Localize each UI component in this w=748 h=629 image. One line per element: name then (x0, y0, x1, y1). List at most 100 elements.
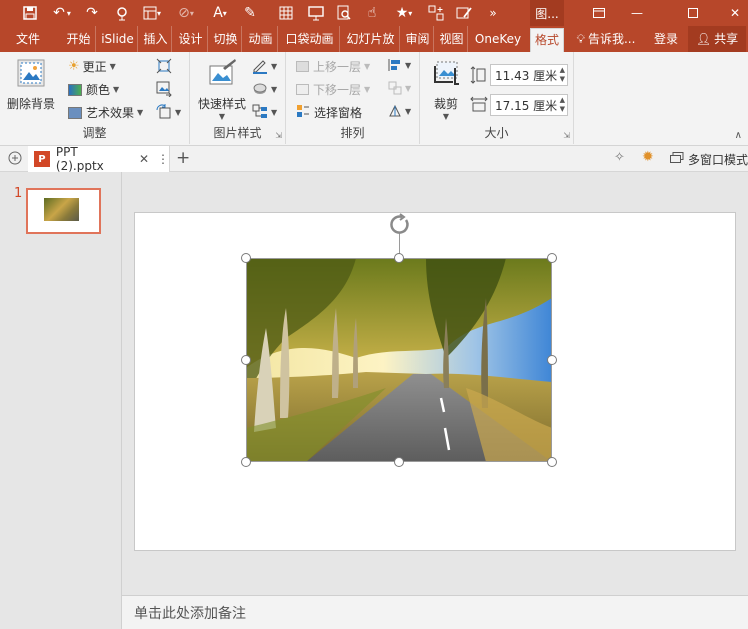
slideshow-icon[interactable] (306, 3, 326, 23)
pin-icon[interactable]: ✧ (614, 150, 625, 165)
resize-handle-bottom-right[interactable] (547, 457, 557, 467)
undo-icon[interactable]: ↶ ▾ (48, 3, 76, 23)
color-button[interactable]: 颜色 ▼ (68, 81, 119, 98)
tab-islide[interactable]: iSlide (98, 26, 138, 52)
ribbon-tabs: 文件 开始 iSlide 插入 设计 切换 动画 口袋动画 幻灯片放映 审阅 视… (0, 26, 748, 52)
brush-icon[interactable] (454, 3, 474, 23)
star-icon[interactable]: ★ ▾ (390, 3, 418, 23)
collapse-ribbon-icon[interactable]: ∧ (735, 130, 742, 141)
height-value: 11.43 厘米 (495, 68, 558, 83)
tab-menu-icon[interactable]: ⋮ (157, 152, 169, 166)
tab-insert[interactable]: 插入 (140, 26, 172, 52)
group-objects-icon[interactable]: ▼ (388, 81, 411, 95)
tab-design[interactable]: 设计 (174, 26, 208, 52)
picture-layout-icon[interactable]: ▼ (252, 104, 277, 120)
rotate-handle-icon[interactable] (388, 212, 412, 236)
present-icon[interactable] (112, 3, 132, 23)
share-button[interactable]: 👤︎ 共享 (688, 26, 746, 52)
reset-picture-icon[interactable]: ▼ (156, 104, 181, 120)
send-backward-label: 下移一层 (313, 83, 362, 97)
resize-handle-top-left[interactable] (241, 253, 251, 263)
adjust-group: 删除背景 ☀ 更正 ▼ 颜色 ▼ 艺术效果 ▼ ▼ 调整 (0, 52, 190, 144)
pen-icon[interactable]: ✎ (240, 3, 260, 23)
tab-list-icon[interactable] (8, 151, 22, 168)
redo-icon[interactable]: ↷ (82, 3, 102, 23)
tab-onekey[interactable]: OneKey 1 (470, 26, 526, 52)
resize-handle-bottom-left[interactable] (241, 457, 251, 467)
find-icon[interactable] (334, 3, 354, 23)
tab-view[interactable]: 视图 (436, 26, 468, 52)
dialog-launcher-icon[interactable]: ⇲ (275, 131, 282, 140)
maximize-icon[interactable] (676, 0, 710, 26)
quick-styles-button[interactable]: 快速样式 ▼ (196, 58, 248, 121)
multi-window-label: 多窗口模式 (688, 152, 748, 167)
touch-icon[interactable]: ☝ (362, 3, 382, 23)
rotate-icon[interactable]: ▼ (388, 104, 411, 118)
tab-file[interactable]: 文件 (0, 26, 56, 52)
ribbon: 删除背景 ☀ 更正 ▼ 颜色 ▼ 艺术效果 ▼ ▼ 调整 快速样式 ▼ ▼ ▼ … (0, 52, 748, 146)
bring-forward-button[interactable]: 上移一层 ▼ (296, 58, 370, 75)
login-link[interactable]: 登录 (648, 26, 684, 52)
crop-icon (431, 58, 461, 91)
artistic-effects-label: 艺术效果 (86, 106, 135, 120)
remove-background-button[interactable]: 删除背景 (4, 58, 58, 112)
spin-arrows-icon[interactable]: ▲ ▼ (560, 96, 565, 114)
arrange-group-label: 排列 (340, 126, 365, 140)
quick-styles-label: 快速样式 (197, 97, 246, 111)
notes-pane[interactable]: 单击此处添加备注 (122, 595, 748, 629)
document-tab[interactable]: P PPT (2).pptx ✕ ⋮ (28, 145, 170, 173)
resize-handle-top[interactable] (394, 253, 404, 263)
remove-background-icon (16, 58, 46, 91)
document-filename: PPT (2).pptx (55, 145, 104, 173)
picture-effects-icon[interactable]: ▼ (252, 81, 277, 97)
height-input[interactable]: 11.43 厘米 ▲ ▼ (490, 64, 568, 86)
windows-icon (670, 151, 684, 167)
picture-border-icon[interactable]: ▼ (252, 58, 277, 74)
compress-pictures-icon[interactable] (156, 58, 172, 74)
picture-tools-label: 图... (530, 0, 564, 26)
corrections-button[interactable]: ☀ 更正 ▼ (68, 58, 116, 75)
resize-handle-top-right[interactable] (547, 253, 557, 263)
tab-pocket-animation[interactable]: 口袋动画 (280, 26, 340, 52)
artistic-effects-button[interactable]: 艺术效果 ▼ (68, 104, 143, 121)
resize-handle-right[interactable] (547, 355, 557, 365)
tab-review[interactable]: 审阅 (402, 26, 434, 52)
resize-handle-left[interactable] (241, 355, 251, 365)
dropdown-arrow-icon: ▼ (442, 112, 450, 121)
multi-window-button[interactable]: 多窗口模式 (670, 146, 748, 172)
selection-pane-button[interactable]: 选择窗格 (296, 104, 362, 121)
ribbon-display-icon[interactable] (582, 0, 616, 26)
text-icon[interactable]: A ▾ (206, 3, 234, 23)
tell-me-box[interactable]: 💡︎ 告诉我... (570, 26, 642, 52)
new-tab-icon[interactable]: + (176, 148, 190, 168)
tab-format[interactable]: 格式 (530, 28, 564, 52)
add-icon[interactable] (426, 3, 446, 23)
close-tab-icon[interactable]: ✕ (139, 152, 149, 166)
tab-home[interactable]: 开始 (62, 26, 96, 52)
width-input[interactable]: 17.15 厘米 ▲ ▼ (490, 94, 568, 116)
send-backward-button[interactable]: 下移一层 ▼ (296, 81, 370, 98)
tab-transitions[interactable]: 切换 (210, 26, 242, 52)
more-icon[interactable]: » (486, 3, 500, 23)
picture-styles-group-label: 图片样式 (213, 126, 262, 140)
crop-button[interactable]: 裁剪 ▼ (426, 58, 466, 121)
dialog-launcher-icon[interactable]: ⇲ (563, 131, 570, 140)
slide-thumbnail[interactable] (26, 188, 101, 234)
layout-icon[interactable]: ▾ (138, 3, 166, 23)
change-picture-icon[interactable] (156, 81, 172, 97)
dropdown-arrow-icon: ▼ (218, 112, 226, 121)
size-group-label: 大小 (484, 126, 509, 140)
table-icon[interactable] (276, 3, 296, 23)
powerpoint-file-icon: P (34, 151, 50, 167)
tab-slideshow[interactable]: 幻灯片放映 (342, 26, 400, 52)
settings-gear-icon[interactable]: ✹ (642, 149, 654, 165)
thumbnail-picture (44, 198, 79, 221)
shape-icon[interactable]: ⊘ ▾ (172, 3, 200, 23)
align-icon[interactable]: ▼ (388, 58, 411, 72)
minimize-icon[interactable]: — (620, 0, 654, 26)
resize-handle-bottom[interactable] (394, 457, 404, 467)
tab-animations[interactable]: 动画 (244, 26, 278, 52)
spin-arrows-icon[interactable]: ▲ ▼ (560, 66, 565, 84)
save-icon[interactable] (20, 3, 40, 23)
close-icon[interactable]: ✕ (718, 0, 748, 26)
